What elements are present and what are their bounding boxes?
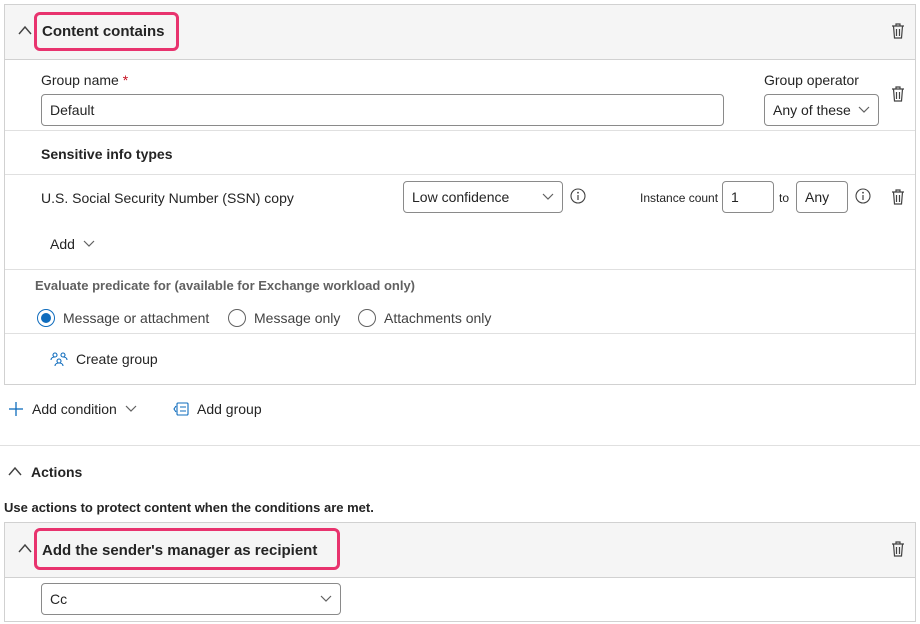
radio-button[interactable] xyxy=(228,309,246,327)
radio-button[interactable] xyxy=(37,309,55,327)
chevron-down-icon xyxy=(542,193,554,200)
sensitive-info-heading: Sensitive info types xyxy=(41,146,173,162)
add-info-type-button[interactable]: Add xyxy=(50,236,95,252)
add-condition-button[interactable]: Add condition xyxy=(8,401,137,417)
required-mark: * xyxy=(122,72,129,88)
chevron-down-icon xyxy=(125,405,137,412)
people-group-icon xyxy=(50,352,68,367)
radio-label: Message or attachment xyxy=(63,310,210,326)
chevron-up-icon[interactable] xyxy=(8,465,22,479)
info-icon[interactable] xyxy=(570,188,586,204)
group-operator-value: Any of these xyxy=(773,102,851,118)
chevron-down-icon xyxy=(858,106,870,113)
to-label: to xyxy=(779,191,790,205)
condition-panel: Content contains Group name * Default Gr… xyxy=(4,4,916,385)
add-group-icon xyxy=(173,402,189,416)
create-group-button[interactable]: Create group xyxy=(50,351,158,367)
plus-icon xyxy=(9,402,23,416)
chevron-down-icon xyxy=(83,240,95,247)
instance-min-value: 1 xyxy=(731,189,739,205)
trash-icon[interactable] xyxy=(890,540,906,558)
instance-count-label: Instance count xyxy=(640,191,719,205)
group-name-input[interactable]: Default xyxy=(41,94,724,126)
actions-description: Use actions to protect content when the … xyxy=(4,500,374,515)
trash-icon[interactable] xyxy=(890,188,906,206)
create-group-label: Create group xyxy=(76,351,158,367)
add-label: Add xyxy=(50,236,75,252)
radio-message-only[interactable]: Message only xyxy=(228,309,340,327)
instance-min-input[interactable]: 1 xyxy=(722,181,774,213)
chevron-up-icon[interactable] xyxy=(18,24,32,38)
evaluate-label: Evaluate predicate for (available for Ex… xyxy=(35,278,416,293)
chevron-down-icon xyxy=(320,595,332,602)
add-group-label: Add group xyxy=(197,401,262,417)
radio-attachments-only[interactable]: Attachments only xyxy=(358,309,491,327)
highlight-add-manager xyxy=(34,528,340,570)
instance-max-value: Any xyxy=(805,189,830,205)
recipient-type-value: Cc xyxy=(50,591,68,607)
group-name-label: Group name * xyxy=(41,72,129,88)
recipient-type-select[interactable]: Cc xyxy=(41,583,341,615)
radio-label: Message only xyxy=(254,310,341,326)
group-operator-select[interactable]: Any of these xyxy=(764,94,879,126)
info-icon[interactable] xyxy=(855,188,871,204)
radio-label: Attachments only xyxy=(384,310,492,326)
info-type-name: U.S. Social Security Number (SSN) copy xyxy=(41,190,294,206)
highlight-content-contains xyxy=(34,12,179,51)
chevron-up-icon[interactable] xyxy=(18,542,32,556)
section-divider xyxy=(0,445,920,446)
trash-icon[interactable] xyxy=(890,85,906,103)
group-operator-label: Group operator xyxy=(764,72,859,88)
add-condition-label: Add condition xyxy=(32,401,117,417)
trash-icon[interactable] xyxy=(890,22,906,40)
radio-message-or-attachment[interactable]: Message or attachment xyxy=(37,309,209,327)
instance-max-input[interactable]: Any xyxy=(796,181,848,213)
group-name-value: Default xyxy=(50,102,95,118)
confidence-value: Low confidence xyxy=(412,189,510,205)
confidence-select[interactable]: Low confidence xyxy=(403,181,563,213)
radio-button[interactable] xyxy=(358,309,376,327)
actions-section-title: Actions xyxy=(31,464,83,480)
add-group-button[interactable]: Add group xyxy=(173,401,262,417)
